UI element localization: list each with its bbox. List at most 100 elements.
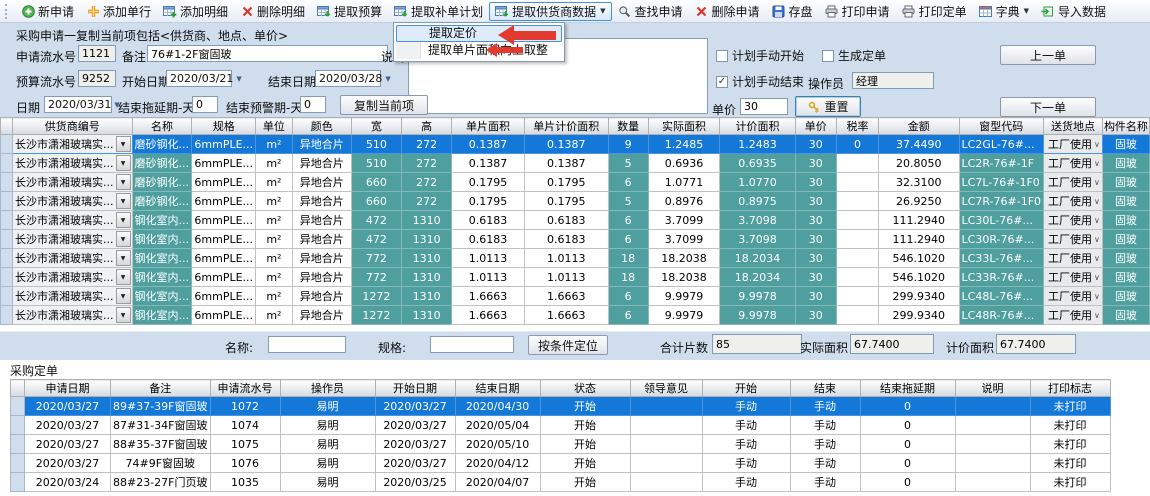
grid-cell[interactable]: 0 [836,135,878,154]
grid-cell[interactable]: 6 [608,211,648,230]
grid-cell[interactable]: 0.1795 [452,173,525,192]
grid-cell[interactable]: 2020/03/27 [375,397,455,416]
grid-cell[interactable]: 2020/03/24 [25,473,111,492]
grid-cell[interactable]: 手动 [790,454,860,473]
column-header[interactable]: 申请流水号 [210,380,280,397]
grid-cell[interactable]: 1.2485 [648,135,720,154]
import-data-button[interactable]: 导入数据 [1035,2,1112,21]
grid-cell[interactable]: 6 [608,230,648,249]
grid-cell[interactable] [955,454,1030,473]
grid-cell[interactable]: 6mmPLE... [192,192,256,211]
grid-cell[interactable]: 5 [608,154,648,173]
row-indicator[interactable] [1,192,13,211]
grid-cell[interactable] [836,287,878,306]
grid-cell[interactable] [836,173,878,192]
column-header[interactable]: 申请日期 [25,380,111,397]
grid-cell[interactable]: 异地合片 [292,173,351,192]
grid-cell[interactable]: 0.8976 [648,192,720,211]
grid-cell[interactable]: 1.6663 [452,306,525,325]
print-order-button[interactable]: 打印定单 [896,2,973,21]
row-indicator[interactable] [1,249,13,268]
locate-by-condition-button[interactable]: 按条件定位 [528,335,608,355]
grid-cell[interactable]: 772 [351,268,401,287]
dictionary-button[interactable]: 字典▼ [973,2,1035,21]
grid-cell[interactable] [955,435,1030,454]
grid-cell[interactable]: 6mmPLE... [192,230,256,249]
grid-cell[interactable]: 1310 [402,287,452,306]
grid-cell[interactable] [836,154,878,173]
grid-cell[interactable]: 30 [795,306,836,325]
grid-cell[interactable]: 未打印 [1030,454,1110,473]
grid-cell[interactable]: 546.1020 [879,268,960,287]
grid-cell[interactable]: LC33R-76#... [959,268,1043,287]
grid-cell[interactable]: 1310 [402,306,452,325]
add-single-row-button[interactable]: 添加单行 [80,2,157,21]
grid-cell[interactable]: 546.1020 [879,249,960,268]
row-indicator[interactable] [11,435,25,454]
grid-cell[interactable]: 异地合片 [292,230,351,249]
reset-button[interactable]: 重置 [795,96,861,117]
grid-cell[interactable]: 2020/04/30 [455,397,540,416]
grid-cell[interactable]: LC33L-76#... [959,249,1043,268]
grid-cell[interactable]: 异地合片 [292,154,351,173]
grid-cell[interactable]: 手动 [790,397,860,416]
grid-cell[interactable]: 111.2940 [879,211,960,230]
column-header[interactable]: 名称 [132,118,192,135]
grid-cell[interactable]: 1076 [210,454,280,473]
supplier-combo-cell[interactable]: 长沙市潇湘玻璃实...▼ [13,268,133,287]
grid-cell[interactable]: 0.8975 [720,192,795,211]
grid-cell[interactable]: 1072 [210,397,280,416]
grid-cell[interactable]: 1.0113 [452,268,525,287]
grid-cell[interactable]: 2020/03/27 [25,416,111,435]
row-indicator[interactable] [1,211,13,230]
grid-cell[interactable] [836,192,878,211]
grid-cell[interactable]: 272 [402,154,452,173]
grid-cell[interactable]: 18.2034 [720,268,795,287]
grid-cell[interactable]: 2020/03/25 [375,473,455,492]
grid-cell[interactable]: 2020/05/04 [455,416,540,435]
start-date-combo[interactable]: 2020/03/21▼ [166,70,232,87]
extract-budget-button[interactable]: 提取预算 [311,2,388,21]
delete-detail-button[interactable]: 删除明细 [234,2,311,21]
supplier-combo-cell[interactable]: 长沙市潇湘玻璃实...▼ [13,154,133,173]
grid-cell[interactable]: 异地合片 [292,135,351,154]
grid-cell[interactable]: 3.7099 [648,230,720,249]
column-header[interactable]: 单片面积 [452,118,525,135]
grid-cell[interactable]: 510 [351,154,401,173]
grid-cell[interactable]: LC48R-76#... [959,306,1043,325]
grid-cell[interactable] [630,397,702,416]
supplier-combo-cell[interactable]: 长沙市潇湘玻璃实...▼ [13,135,133,154]
row-indicator[interactable] [1,287,13,306]
grid-cell[interactable]: 未打印 [1030,416,1110,435]
grid-cell[interactable]: 0.1387 [524,135,608,154]
column-header[interactable]: 高 [402,118,452,135]
grid-cell[interactable] [630,435,702,454]
grid-cell[interactable]: 272 [402,173,452,192]
grid-cell[interactable]: 30 [795,268,836,287]
grid-cell[interactable]: 30 [795,173,836,192]
grid-cell[interactable]: 手动 [702,416,790,435]
column-header[interactable]: 结束日期 [455,380,540,397]
grid-cell[interactable]: 299.9340 [879,306,960,325]
grid-cell[interactable]: 1.6663 [452,287,525,306]
grid-cell[interactable]: LC30R-76#... [959,230,1043,249]
column-header[interactable]: 窗型代码 [959,118,1043,135]
grid-cell[interactable]: 开始 [540,435,630,454]
grid-cell[interactable]: 易明 [280,454,375,473]
grid-cell[interactable]: 0.6935 [720,154,795,173]
grid-cell[interactable]: 固玻 [1102,249,1149,268]
grid-cell[interactable]: 0 [860,435,955,454]
grid-cell[interactable]: 510 [351,135,401,154]
column-header[interactable]: 结束拖延期 [860,380,955,397]
row-indicator[interactable] [1,173,13,192]
remark-field[interactable] [147,45,388,62]
warn-field[interactable] [300,96,326,113]
grid-cell[interactable]: 74#9F窗固玻 [111,454,211,473]
unit-price-field[interactable] [740,98,788,115]
grid-cell[interactable] [836,268,878,287]
grid-cell[interactable]: LC48L-76#... [959,287,1043,306]
grid-cell[interactable]: 0.6183 [452,230,525,249]
grid-cell[interactable]: LC7R-76#-1F0 [959,192,1043,211]
row-indicator[interactable] [1,230,13,249]
column-header[interactable]: 金额 [879,118,960,135]
